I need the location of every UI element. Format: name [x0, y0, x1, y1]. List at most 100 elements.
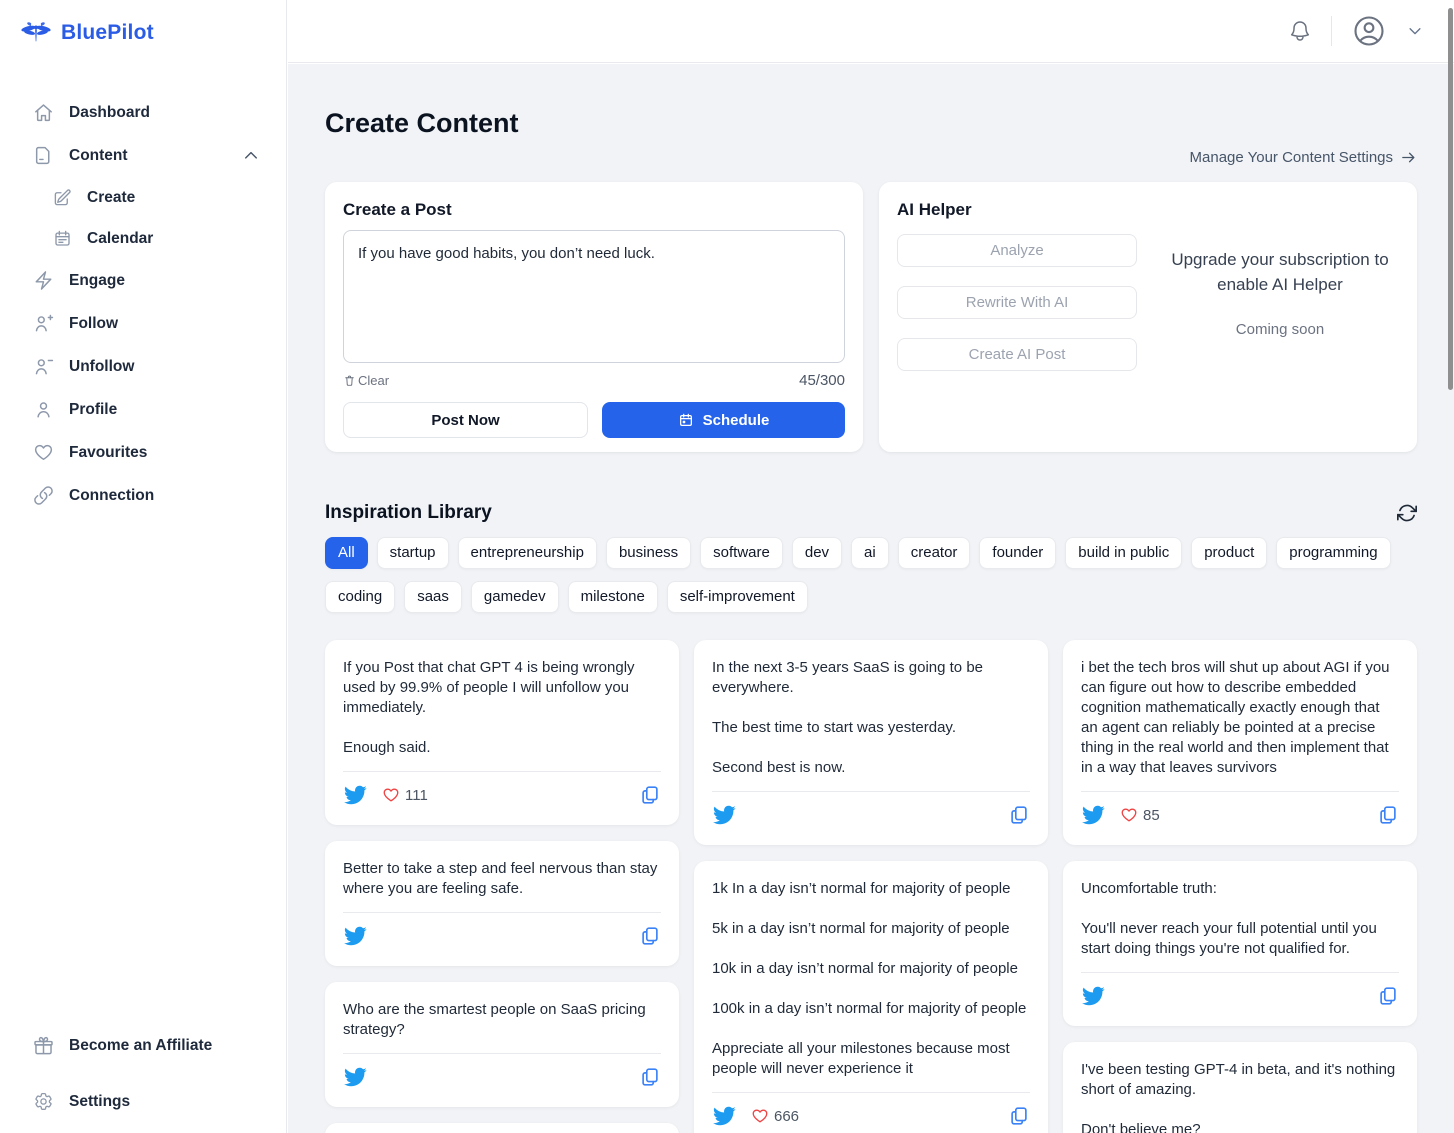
chevron-down-icon[interactable]	[1406, 22, 1424, 40]
tweet-text: Better to take a step and feel nervous t…	[343, 859, 661, 899]
filter-chip-programming[interactable]: programming	[1276, 537, 1390, 569]
sidebar-item-follow[interactable]: Follow	[0, 302, 286, 345]
tweet-text: 1k In a day isn’t normal for majority of…	[712, 879, 1030, 1079]
twitter-icon[interactable]	[343, 924, 367, 948]
tweet-card: Want to make $100,000 this month?	[325, 1123, 679, 1133]
copy-icon[interactable]	[639, 1066, 661, 1088]
calendar-icon	[678, 412, 694, 428]
twitter-icon[interactable]	[712, 803, 736, 827]
twitter-icon[interactable]	[1081, 984, 1105, 1008]
sidebar-item-settings[interactable]: Settings	[0, 1080, 286, 1123]
manage-link-label: Manage Your Content Settings	[1190, 149, 1393, 166]
twitter-icon[interactable]	[343, 783, 367, 807]
analyze-button[interactable]: Analyze	[897, 234, 1137, 267]
schedule-label: Schedule	[703, 412, 770, 429]
likes: 111	[382, 786, 428, 804]
filter-chip-founder[interactable]: founder	[979, 537, 1056, 569]
copy-icon[interactable]	[639, 784, 661, 806]
filter-chip-dev[interactable]: dev	[792, 537, 842, 569]
tweet-text: I've been testing GPT-4 in beta, and it'…	[1081, 1060, 1399, 1133]
sidebar-item-engage[interactable]: Engage	[0, 259, 286, 302]
schedule-button[interactable]: Schedule	[602, 402, 845, 438]
copy-icon[interactable]	[1377, 985, 1399, 1007]
tweet-card: In the next 3-5 years SaaS is going to b…	[694, 640, 1048, 845]
manage-content-settings-link[interactable]: Manage Your Content Settings	[325, 149, 1417, 166]
post-textarea[interactable]: If you have good habits, you don’t need …	[343, 230, 845, 363]
gift-icon	[33, 1035, 54, 1056]
rewrite-with-ai-button[interactable]: Rewrite With AI	[897, 286, 1137, 319]
trash-icon	[343, 374, 356, 387]
heart-icon	[1120, 806, 1138, 824]
sidebar-item-calendar[interactable]: Calendar	[0, 218, 286, 259]
bell-icon[interactable]	[1288, 19, 1312, 43]
filter-chip-saas[interactable]: saas	[404, 581, 462, 613]
filter-chip-self-improvement[interactable]: self-improvement	[667, 581, 808, 613]
filter-chip-entrepreneurship[interactable]: entrepreneurship	[458, 537, 597, 569]
filter-chip-coding[interactable]: coding	[325, 581, 395, 613]
chevron-up-icon[interactable]	[242, 147, 260, 165]
document-icon	[33, 145, 54, 166]
filter-chip-software[interactable]: software	[700, 537, 783, 569]
clear-button[interactable]: Clear	[343, 373, 389, 388]
tweet-text: In the next 3-5 years SaaS is going to b…	[712, 658, 1030, 778]
sidebar-item-affiliate[interactable]: Become an Affiliate	[0, 1024, 286, 1067]
sidebar-item-content[interactable]: Content	[0, 134, 286, 177]
create-post-title: Create a Post	[343, 200, 845, 220]
like-count: 666	[774, 1108, 799, 1125]
home-icon	[33, 102, 54, 123]
filter-chip-creator[interactable]: creator	[898, 537, 971, 569]
filter-chip-product[interactable]: product	[1191, 537, 1267, 569]
user-icon	[33, 399, 54, 420]
filter-chip-startup[interactable]: startup	[377, 537, 449, 569]
like-count: 85	[1143, 807, 1160, 824]
sidebar-item-label: Create	[87, 189, 135, 207]
copy-icon[interactable]	[1377, 804, 1399, 826]
sidebar-item-dashboard[interactable]: Dashboard	[0, 91, 286, 134]
sidebar-item-profile[interactable]: Profile	[0, 388, 286, 431]
user-minus-icon	[33, 356, 54, 377]
twitter-icon[interactable]	[343, 1065, 367, 1089]
tweet-text: i bet the tech bros will shut up about A…	[1081, 658, 1399, 778]
create-ai-post-button[interactable]: Create AI Post	[897, 338, 1137, 371]
twitter-icon[interactable]	[712, 1104, 736, 1128]
likes: 666	[751, 1107, 799, 1125]
filter-chip-all[interactable]: All	[325, 537, 368, 569]
calendar-icon	[53, 229, 72, 248]
sidebar-item-create[interactable]: Create	[0, 177, 286, 218]
copy-icon[interactable]	[639, 925, 661, 947]
ai-helper-card: AI Helper Analyze Rewrite With AI Create…	[879, 182, 1417, 452]
refresh-icon[interactable]	[1397, 503, 1417, 523]
inspiration-library-title: Inspiration Library	[325, 502, 492, 524]
sidebar-item-label: Calendar	[87, 230, 153, 248]
post-now-button[interactable]: Post Now	[343, 402, 588, 438]
sidebar-nav: Dashboard Content Create Calendar	[0, 91, 286, 517]
twitter-icon[interactable]	[1081, 803, 1105, 827]
gear-icon	[33, 1091, 54, 1112]
filter-chip-build-in-public[interactable]: build in public	[1065, 537, 1182, 569]
sidebar-item-label: Favourites	[69, 444, 147, 462]
sidebar-item-label: Unfollow	[69, 358, 134, 376]
sidebar-item-label: Content	[69, 147, 128, 165]
arrow-right-icon	[1400, 149, 1417, 166]
coming-soon-text: Coming soon	[1161, 321, 1399, 338]
ai-helper-title: AI Helper	[897, 200, 1399, 220]
brand-logo[interactable]: BluePilot	[0, 0, 286, 49]
filter-chip-business[interactable]: business	[606, 537, 691, 569]
copy-icon[interactable]	[1008, 804, 1030, 826]
filter-chip-gamedev[interactable]: gamedev	[471, 581, 559, 613]
brand-name: BluePilot	[61, 21, 154, 45]
scrollbar-thumb[interactable]	[1448, 8, 1453, 390]
likes: 85	[1120, 806, 1160, 824]
tweet-card: 1k In a day isn’t normal for majority of…	[694, 861, 1048, 1133]
tweet-text: Uncomfortable truth: You'll never reach …	[1081, 879, 1399, 959]
sidebar-item-unfollow[interactable]: Unfollow	[0, 345, 286, 388]
user-circle-icon[interactable]	[1351, 13, 1387, 49]
copy-icon[interactable]	[1008, 1105, 1030, 1127]
filter-chip-ai[interactable]: ai	[851, 537, 889, 569]
sidebar-item-connection[interactable]: Connection	[0, 474, 286, 517]
sidebar-item-label: Become an Affiliate	[69, 1037, 212, 1055]
sidebar-item-favourites[interactable]: Favourites	[0, 431, 286, 474]
heart-icon	[382, 786, 400, 804]
dragonfly-icon	[20, 17, 52, 49]
filter-chip-milestone[interactable]: milestone	[568, 581, 658, 613]
